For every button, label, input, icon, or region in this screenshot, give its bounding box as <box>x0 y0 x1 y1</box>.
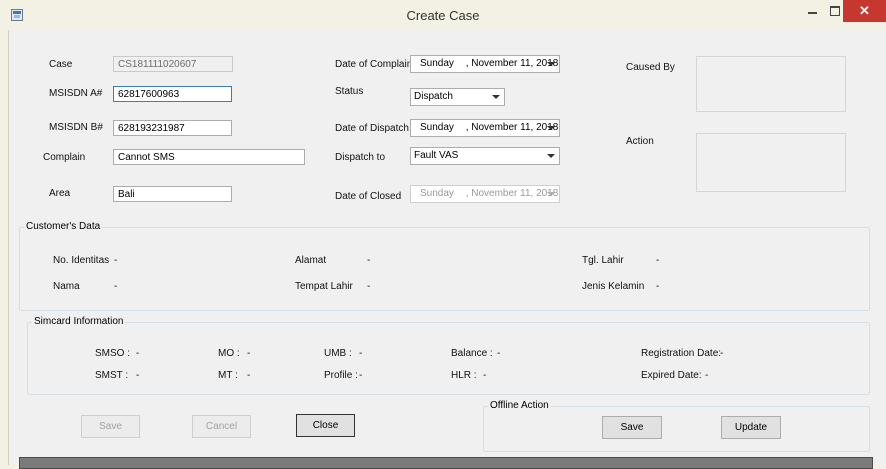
no-identitas-label: No. Identitas <box>53 255 110 266</box>
alamat-value: - <box>367 255 371 266</box>
case-label: Case <box>49 59 73 70</box>
status-value: Dispatch <box>414 91 453 102</box>
date-dispatch-day: Sunday <box>420 122 454 133</box>
customers-data-group: Customer's Data No. Identitas - Nama - A… <box>19 221 870 311</box>
smso-label: SMSO : <box>95 348 131 359</box>
msisdn-b-label: MSISDN B# <box>49 122 103 133</box>
alamat-label: Alamat <box>295 255 327 266</box>
chevron-down-icon <box>492 95 500 99</box>
caused-by-label: Caused By <box>626 62 675 73</box>
tempat-lahir-value: - <box>367 281 371 292</box>
complain-label: Complain <box>43 152 86 163</box>
customers-data-title: Customer's Data <box>24 221 103 232</box>
smst-label: SMST : <box>95 370 129 381</box>
msisdn-a-label: MSISDN A# <box>49 88 103 99</box>
mo-value: - <box>247 348 251 359</box>
date-complain-picker[interactable]: Sunday , November 11, 2018 <box>410 55 560 73</box>
offline-save-button[interactable]: Save <box>602 416 662 439</box>
mt-value: - <box>247 370 251 381</box>
date-complain-day: Sunday <box>420 58 454 69</box>
date-closed-date: , November 11, 2018 <box>465 188 559 199</box>
no-identitas-value: - <box>114 255 118 266</box>
umb-value: - <box>359 348 363 359</box>
form-client-area: Case CS181111020607 MSISDN A# 6281760096… <box>8 30 886 469</box>
hlr-value: - <box>483 370 487 381</box>
date-complain-date: , November 11, 2018 <box>465 58 559 69</box>
window-title: Create Case <box>406 8 480 23</box>
chevron-down-icon <box>547 126 555 130</box>
smso-value: - <box>136 348 140 359</box>
registration-date-label: Registration Date: <box>641 348 722 359</box>
date-closed-label: Date of Closed <box>335 191 402 202</box>
dispatch-to-label: Dispatch to <box>335 152 386 163</box>
title-bar: Create Case ✕ <box>0 0 886 30</box>
jenis-kelamin-value: - <box>656 281 660 292</box>
mt-label: MT : <box>218 370 238 381</box>
simcard-information-title: Simcard Information <box>32 316 126 327</box>
smst-value: - <box>136 370 140 381</box>
date-closed-picker[interactable]: Sunday , November 11, 2018 <box>410 185 560 203</box>
date-dispatch-label: Date of Dispatch <box>335 123 409 134</box>
tempat-lahir-label: Tempat Lahir <box>295 281 353 292</box>
action-label: Action <box>626 136 654 147</box>
offline-action-group: Offline Action Save Update <box>483 400 870 452</box>
msisdn-a-field[interactable]: 62817600963 <box>113 86 232 102</box>
status-label: Status <box>335 86 364 97</box>
profile-value: - <box>359 370 363 381</box>
offline-update-button[interactable]: Update <box>721 416 781 439</box>
cancel-button[interactable]: Cancel <box>192 415 251 438</box>
offline-action-title: Offline Action <box>488 400 551 411</box>
complain-field[interactable]: Cannot SMS <box>113 149 305 165</box>
close-button[interactable]: Close <box>296 414 355 437</box>
status-select[interactable]: Dispatch <box>410 88 505 106</box>
chevron-down-icon <box>547 154 555 158</box>
balance-value: - <box>497 348 501 359</box>
date-closed-day: Sunday <box>420 188 454 199</box>
chevron-down-icon <box>547 192 555 196</box>
area-field[interactable]: Bali <box>113 186 232 202</box>
date-complain-label: Date of Complain <box>335 59 413 70</box>
mo-label: MO : <box>218 348 240 359</box>
date-dispatch-picker[interactable]: Sunday , November 11, 2018 <box>410 119 560 137</box>
registration-date-value: - <box>720 348 724 359</box>
msisdn-b-field[interactable]: 628193231987 <box>113 120 232 136</box>
caused-by-field[interactable] <box>696 56 846 112</box>
umb-label: UMB : <box>324 348 352 359</box>
tgl-lahir-value: - <box>656 255 660 266</box>
minimize-icon <box>807 12 817 14</box>
hlr-label: HLR : <box>451 370 477 381</box>
bottom-panel <box>19 457 873 469</box>
simcard-information-group: Simcard Information SMSO : - SMST : - MO… <box>27 316 870 395</box>
expired-date-value: - <box>705 370 709 381</box>
dispatch-to-select[interactable]: Fault VAS <box>410 147 560 165</box>
tgl-lahir-label: Tgl. Lahir <box>582 255 624 266</box>
expired-date-label: Expired Date: <box>641 370 702 381</box>
date-dispatch-date: , November 11, 2018 <box>465 122 559 133</box>
dispatch-to-value: Fault VAS <box>414 150 459 161</box>
nama-value: - <box>114 281 118 292</box>
jenis-kelamin-label: Jenis Kelamin <box>582 281 645 292</box>
profile-label: Profile : <box>324 370 358 381</box>
maximize-icon <box>830 6 840 16</box>
balance-label: Balance : <box>451 348 493 359</box>
chevron-down-icon <box>547 62 555 66</box>
area-label: Area <box>49 188 71 199</box>
nama-label: Nama <box>53 281 80 292</box>
save-button[interactable]: Save <box>81 415 140 438</box>
action-field[interactable] <box>696 133 846 192</box>
case-field[interactable]: CS181111020607 <box>113 56 233 72</box>
close-window-button[interactable]: ✕ <box>843 0 886 22</box>
